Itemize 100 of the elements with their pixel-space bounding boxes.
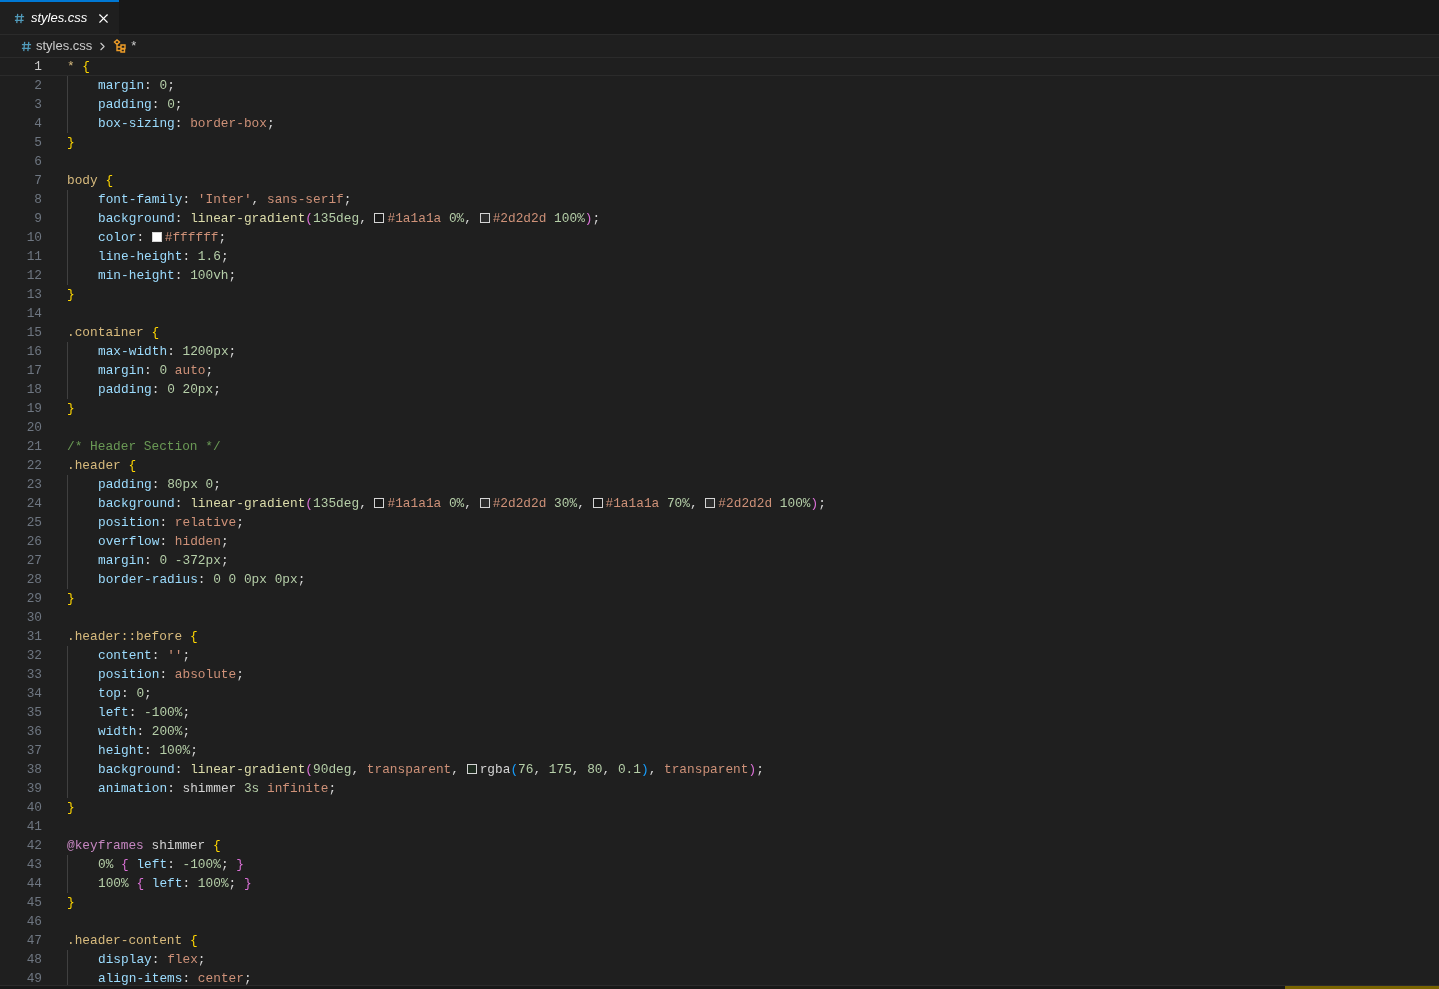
code-text: left: -100%; — [98, 703, 191, 722]
line-number: 38 — [25, 760, 42, 779]
code-text: } — [67, 798, 75, 817]
code-text: box-sizing: border-box; — [98, 114, 275, 133]
line-number: 40 — [25, 798, 42, 817]
line-number: 26 — [25, 532, 42, 551]
color-swatch-icon[interactable] — [705, 497, 716, 508]
line-number: 42 — [25, 836, 42, 855]
line-number: 8 — [33, 190, 42, 209]
line-number: 46 — [25, 912, 42, 931]
code-text: .header-content { — [67, 931, 198, 950]
line-number: 24 — [25, 494, 42, 513]
color-swatch-icon[interactable] — [592, 497, 603, 508]
code-text: } — [67, 893, 75, 912]
line-number: 4 — [33, 114, 42, 133]
code-text: body { — [67, 171, 114, 190]
code-text: position: absolute; — [98, 665, 244, 684]
line-number: 43 — [25, 855, 42, 874]
code-text: margin: 0; — [98, 76, 175, 95]
code-text: background: linear-gradient(90deg, transparent, rgba(76, 175, 80, 0.1), transparent); — [98, 760, 764, 779]
line-number: 37 — [25, 741, 42, 760]
code-text: position: relative; — [98, 513, 244, 532]
line-number: 35 — [25, 703, 42, 722]
breadcrumb-item[interactable]: styles.css — [36, 36, 93, 56]
code-text: /* Header Section */ — [67, 437, 221, 456]
line-number: 22 — [25, 456, 42, 475]
line-number: 41 — [25, 817, 42, 836]
line-number: 9 — [33, 209, 42, 228]
breadcrumb-symbol[interactable]: * — [131, 36, 137, 56]
line-number: 6 — [33, 152, 42, 171]
code-text: overflow: hidden; — [98, 532, 229, 551]
line-number: 23 — [25, 475, 42, 494]
code-text: margin: 0 -372px; — [98, 551, 229, 570]
line-number: 18 — [25, 380, 42, 399]
line-number: 36 — [25, 722, 42, 741]
code-text: min-height: 100vh; — [98, 266, 237, 285]
line-number: 47 — [25, 931, 42, 950]
code-text: } — [67, 399, 75, 418]
code-text: background: linear-gradient(135deg, #1a1a1a 0%, #2d2d2d 100%); — [98, 209, 601, 228]
color-swatch-icon[interactable] — [479, 497, 490, 508]
line-number: 48 — [25, 950, 42, 969]
line-number: 39 — [25, 779, 42, 798]
code-text: } — [67, 285, 75, 304]
code-text: } — [67, 589, 75, 608]
line-number: 21 — [25, 437, 42, 456]
color-swatch-icon[interactable] — [466, 763, 477, 774]
code-text: font-family: 'Inter', sans-serif; — [98, 190, 352, 209]
line-number: 2 — [33, 76, 42, 95]
code-text: } — [67, 133, 75, 152]
code-text: background: linear-gradient(135deg, #1a1a1a 0%, #2d2d2d 30%, #1a1a1a 70%, #2d2d2d 100%); — [98, 494, 826, 513]
code-text: @keyframes shimmer { — [67, 836, 221, 855]
line-number: 27 — [25, 551, 42, 570]
line-number: 16 — [25, 342, 42, 361]
code-text: .header { — [67, 456, 137, 475]
line-number: 30 — [25, 608, 42, 627]
line-number: 19 — [25, 399, 42, 418]
code-text: max-width: 1200px; — [98, 342, 237, 361]
line-number: 33 — [25, 665, 42, 684]
code-text: line-height: 1.6; — [98, 247, 229, 266]
line-number: 28 — [25, 570, 42, 589]
line-number: 32 — [25, 646, 42, 665]
line-number: 20 — [25, 418, 42, 437]
line-number: 3 — [33, 95, 42, 114]
hash-icon — [14, 12, 25, 24]
code-text: * { — [67, 57, 91, 76]
line-number: 31 — [25, 627, 42, 646]
line-number: 34 — [25, 684, 42, 703]
line-number: 1 — [33, 57, 42, 76]
color-swatch-icon[interactable] — [374, 497, 385, 508]
code-text: 0% { left: -100%; } — [98, 855, 244, 874]
line-number: 14 — [25, 304, 42, 323]
line-number: 12 — [25, 266, 42, 285]
symbol-icon[interactable] — [113, 39, 128, 53]
code-text: align-items: center; — [98, 969, 252, 985]
line-number: 5 — [33, 133, 42, 152]
code-text: color: #ffffff; — [98, 228, 227, 247]
color-swatch-icon[interactable] — [479, 212, 490, 223]
line-number: 15 — [25, 323, 42, 342]
line-number: 10 — [25, 228, 42, 247]
code-text: animation: shimmer 3s infinite; — [98, 779, 337, 798]
code-text: top: 0; — [98, 684, 152, 703]
color-swatch-icon[interactable] — [151, 231, 162, 242]
color-swatch-icon[interactable] — [374, 212, 385, 223]
line-number: 44 — [25, 874, 42, 893]
code-text: width: 200%; — [98, 722, 191, 741]
line-number: 17 — [25, 361, 42, 380]
code-text: border-radius: 0 0 0px 0px; — [98, 570, 306, 589]
file-tab[interactable]: styles.css — [0, 0, 119, 34]
code-text: 100% { left: 100%; } — [98, 874, 252, 893]
code-text: height: 100%; — [98, 741, 198, 760]
code-text: padding: 80px 0; — [98, 475, 221, 494]
line-number: 7 — [33, 171, 42, 190]
line-number: 49 — [25, 969, 42, 985]
line-number: 25 — [25, 513, 42, 532]
code-text: .header::before { — [67, 627, 198, 646]
hash-icon — [21, 40, 32, 52]
code-text: content: ''; — [98, 646, 191, 665]
line-number: 45 — [25, 893, 42, 912]
code-text: margin: 0 auto; — [98, 361, 214, 380]
code-text: .container { — [67, 323, 160, 342]
